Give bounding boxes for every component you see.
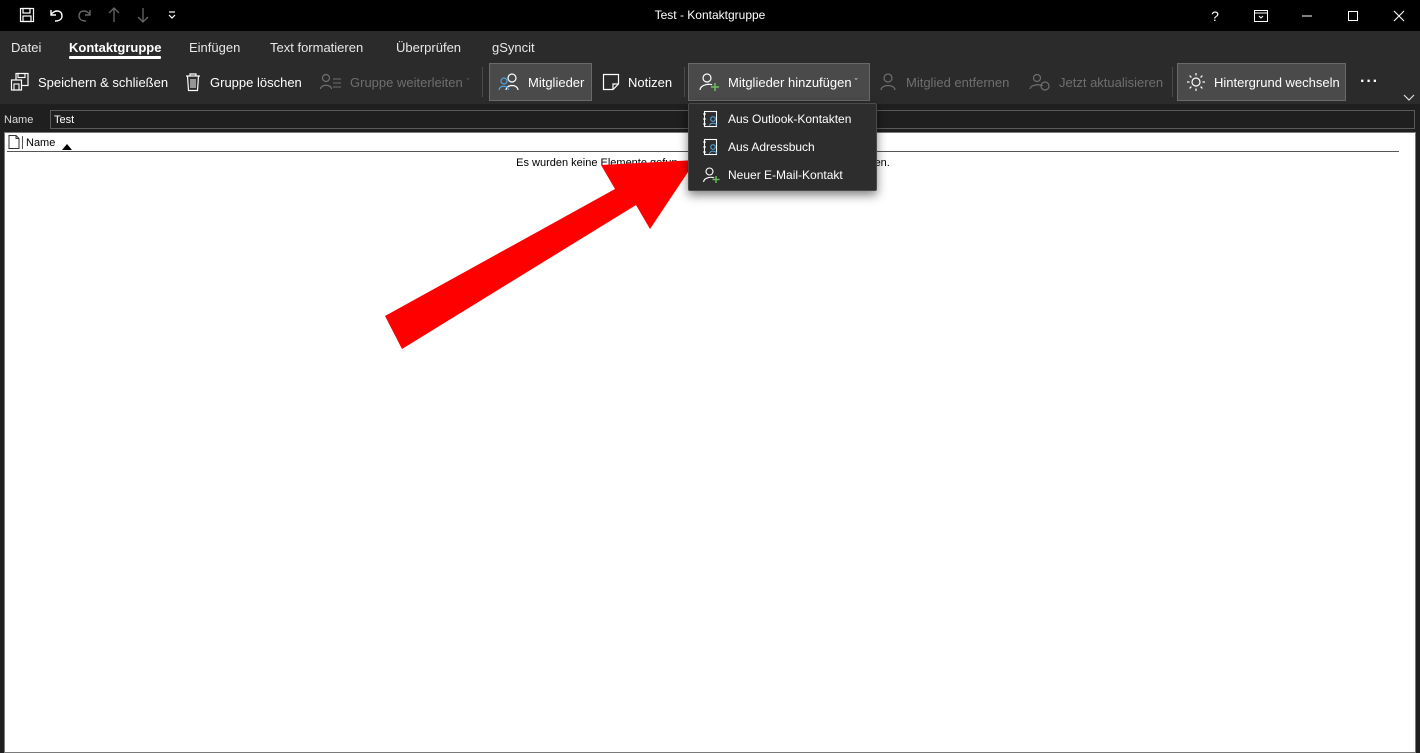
tab-text-formatieren[interactable]: Text formatieren [270, 40, 363, 55]
update-now-label: Jetzt aktualisieren [1059, 74, 1164, 90]
sort-ascending-icon [62, 141, 72, 153]
add-members-label: Mitglieder hinzufügen [728, 74, 852, 90]
column-divider [22, 136, 23, 149]
tab-datei[interactable]: Datei [11, 40, 41, 55]
note-icon [602, 73, 620, 91]
name-label: Name [4, 114, 34, 126]
refresh-people-icon [1029, 72, 1051, 92]
forward-group-button[interactable]: Gruppe weiterleiten ˇ [320, 63, 470, 101]
members-label: Mitglieder [528, 74, 585, 90]
remove-member-button[interactable]: Mitglied entfernen [878, 63, 1009, 101]
members-list[interactable]: Name Es wurden keine Elemente gefun en. [4, 132, 1416, 753]
maximize-icon[interactable] [1330, 0, 1376, 31]
tab-ueberpruefen[interactable]: Überprüfen [396, 40, 461, 55]
ribbon-tabs: Datei Kontaktgruppe Einfügen Text format… [0, 31, 1420, 61]
change-background-button[interactable]: Hintergrund wechseln [1177, 63, 1346, 101]
add-person-icon [701, 166, 721, 184]
close-icon[interactable] [1376, 0, 1420, 31]
menu-item-label: Aus Outlook-Kontakten [728, 112, 852, 126]
ribbon-separator [482, 67, 483, 97]
add-members-button[interactable]: Mitglieder hinzufügen ˇ [688, 63, 870, 101]
notes-button[interactable]: Notizen [602, 63, 672, 101]
column-name-header[interactable]: Name [26, 137, 55, 149]
sun-icon [1186, 72, 1206, 92]
menu-item-address-book[interactable]: Aus Adressbuch [689, 133, 876, 161]
title-bar: Test - Kontaktgruppe ? [0, 0, 1420, 31]
members-button[interactable]: Mitglieder [489, 63, 592, 101]
person-icon [878, 72, 898, 92]
tab-einfuegen[interactable]: Einfügen [189, 40, 240, 55]
ribbon-separator [684, 67, 685, 97]
menu-item-label: Aus Adressbuch [728, 140, 815, 154]
update-now-button[interactable]: Jetzt aktualisieren [1029, 63, 1163, 101]
forward-group-label: Gruppe weiterleiten [350, 74, 463, 90]
chevron-down-icon: ˇ [854, 77, 858, 87]
address-book-icon [701, 138, 721, 156]
contact-book-icon [701, 110, 721, 128]
menu-item-label: Neuer E-Mail-Kontakt [728, 168, 843, 182]
active-tab-indicator [69, 56, 161, 59]
menu-item-new-email-contact[interactable]: Neuer E-Mail-Kontakt [689, 161, 876, 189]
members-icon [498, 72, 520, 92]
ribbon-separator [1172, 67, 1173, 97]
ribbon-toolbar: Speichern & schließen Gruppe löschen Gru… [0, 61, 1420, 104]
minimize-icon[interactable] [1284, 0, 1330, 31]
save-close-button[interactable]: Speichern & schließen [10, 63, 168, 101]
ribbon-display-icon[interactable] [1238, 0, 1284, 31]
delete-group-label: Gruppe löschen [210, 74, 302, 90]
add-person-icon [698, 72, 720, 92]
remove-member-label: Mitglied entfernen [906, 74, 1010, 90]
help-button[interactable]: ? [1192, 0, 1238, 31]
notes-label: Notizen [628, 74, 673, 90]
save-close-icon [10, 72, 30, 92]
add-members-dropdown: Aus Outlook-Kontakten Aus Adressbuch Neu… [688, 103, 877, 191]
change-background-label: Hintergrund wechseln [1214, 74, 1340, 90]
empty-message-left: Es wurden keine Elemente gefun [516, 157, 678, 169]
document-icon [8, 135, 20, 152]
chevron-down-icon: ˇ [466, 77, 470, 87]
forward-group-icon [320, 73, 342, 91]
more-options-button[interactable]: ··· [1360, 63, 1379, 101]
delete-group-button[interactable]: Gruppe löschen [184, 63, 302, 101]
trash-icon [184, 72, 202, 92]
save-close-label: Speichern & schließen [38, 74, 169, 90]
tab-kontaktgruppe[interactable]: Kontaktgruppe [69, 40, 161, 55]
tab-gsyncit[interactable]: gSyncit [492, 40, 535, 55]
menu-item-outlook-contacts[interactable]: Aus Outlook-Kontakten [689, 105, 876, 133]
